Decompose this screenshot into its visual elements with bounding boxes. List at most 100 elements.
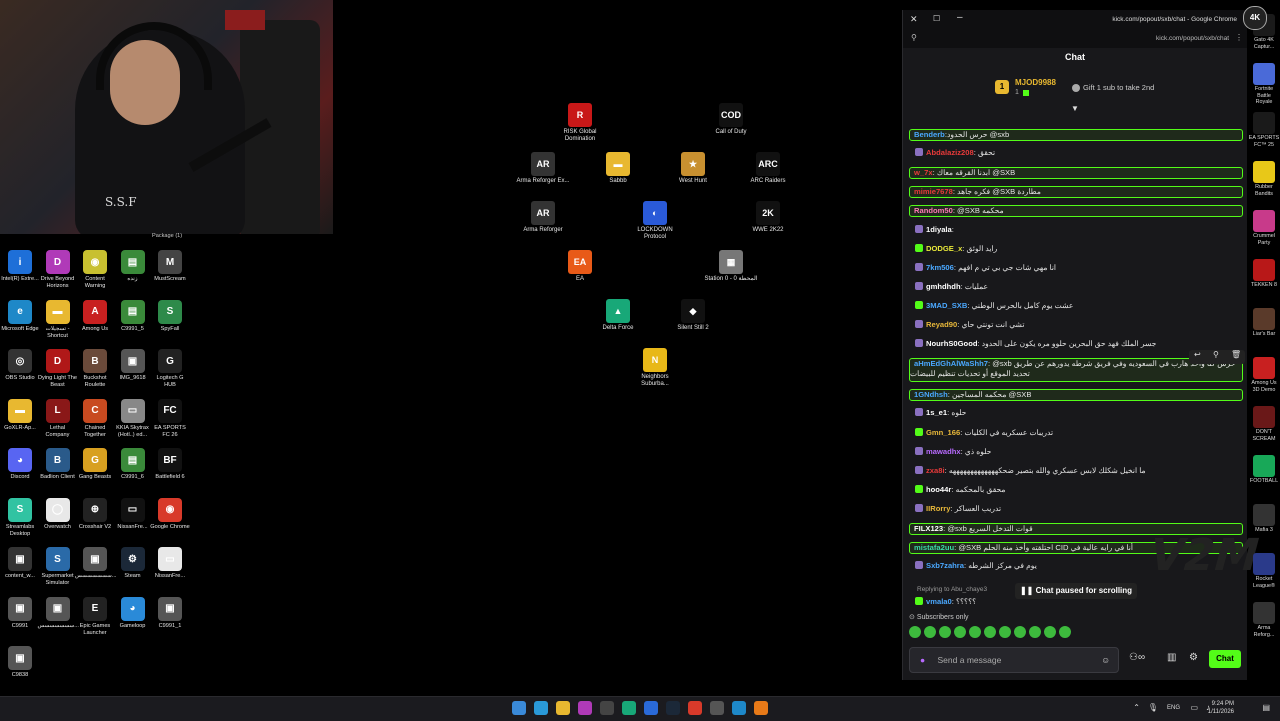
chat-username[interactable]: Benderb xyxy=(914,130,945,139)
chat-send-button[interactable]: Chat xyxy=(1209,650,1241,668)
desktop-icon[interactable]: ▣ content_w... xyxy=(0,547,40,580)
desktop-icon[interactable]: B Buckshot Roulette xyxy=(75,349,115,389)
desktop-icon[interactable]: ▣ C9991 xyxy=(0,596,40,630)
desktop-icon[interactable]: S Streamlabs Desktop xyxy=(0,497,40,538)
desktop-icon[interactable]: AR Arma Reforger Ex... xyxy=(516,152,570,185)
desktop-icon[interactable]: ▬ تسجيلات - Shortcut xyxy=(38,299,78,340)
desktop-icon[interactable]: A Among Us xyxy=(75,299,115,333)
restore-icon[interactable]: ☐ xyxy=(933,14,940,23)
chat-message[interactable]: Benderb:حرس الحدود @sxb xyxy=(909,129,1243,141)
desktop-icon[interactable]: D Drive Beyond Horizons xyxy=(38,250,78,290)
desktop-icon[interactable]: ◉ Content Warning xyxy=(75,250,115,290)
taskbar-app-icon[interactable] xyxy=(710,701,724,715)
chat-username[interactable]: NourhS0Good xyxy=(926,339,977,348)
desktop-icon[interactable]: ▭ KKIA Skytrax (Hotl..) ed... xyxy=(113,398,153,439)
chat-message[interactable]: mimie7678: فكره جاهد @SXB مطاردة xyxy=(909,186,1243,199)
desktop-icon[interactable]: ◯ Overwatch xyxy=(38,497,78,531)
menu-icon[interactable]: ⋮ xyxy=(1235,33,1243,42)
emote[interactable] xyxy=(1014,626,1026,638)
taskbar-app-icon[interactable] xyxy=(622,701,636,715)
desktop-icon[interactable]: FOOTBALL xyxy=(1248,455,1280,485)
desktop-icon[interactable]: ▭ NissanFre... xyxy=(113,497,153,531)
desktop-icon[interactable]: ▲ Delta Force xyxy=(591,299,645,332)
taskbar-app-icon[interactable] xyxy=(688,701,702,715)
emoji-icon[interactable]: ☺ xyxy=(1101,648,1110,672)
chat-username[interactable]: 1s_e1 xyxy=(926,408,947,417)
desktop-icon[interactable]: M MustScream xyxy=(150,250,190,283)
chat-message[interactable]: 3MAD_SXB: عشت يوم كامل بالحرس الوطني xyxy=(909,300,1241,311)
clock[interactable]: 9:24 PM 1/11/2026 xyxy=(1208,700,1234,716)
chat-message[interactable]: 7km506: انا مهي شات جي بي تي م افهم xyxy=(909,262,1241,273)
chat-message[interactable]: 1s_e1: حلوه xyxy=(909,408,1241,418)
desktop-icon[interactable]: B Badlion Client xyxy=(38,448,78,481)
desktop-icon[interactable]: ARC ARC Raiders xyxy=(741,152,795,185)
desktop-icon[interactable]: ◐ LOCKDOWN Protocol xyxy=(628,201,682,241)
chat-username[interactable]: 7km506 xyxy=(926,263,954,272)
taskbar-app-icon[interactable] xyxy=(644,701,658,715)
desktop-icon[interactable]: E Epic Games Launcher xyxy=(75,596,115,637)
chat-message[interactable]: Abdalaziz208: تحقق xyxy=(909,148,1241,158)
desktop-icon[interactable]: ◆ Silent Still 2 xyxy=(666,299,720,332)
desktop-icon[interactable]: G Logitech G HUB xyxy=(150,349,190,389)
desktop-icon[interactable]: R RISK Global Domination xyxy=(553,103,607,143)
chat-paused-banner[interactable]: ❚❚ Chat paused for scrolling xyxy=(1015,583,1137,599)
chat-message[interactable]: gmhdhdh: عمليات xyxy=(909,281,1241,292)
desktop-icon[interactable]: ⊕ Crosshair V2 xyxy=(75,497,115,531)
desktop-icon[interactable]: Mafia 3 xyxy=(1248,504,1280,534)
close-icon[interactable]: ✕ xyxy=(910,14,918,25)
emote[interactable] xyxy=(954,626,966,638)
desktop-icon[interactable]: 2K WWE 2K22 xyxy=(741,201,795,234)
chat-username[interactable]: hoo44r xyxy=(926,485,951,494)
emote[interactable] xyxy=(969,626,981,638)
chat-username[interactable]: IIRorry xyxy=(926,504,950,513)
desktop-icon[interactable]: ▤ زنده xyxy=(113,250,153,283)
desktop-icon[interactable]: D Dying Light The Beast xyxy=(38,349,78,389)
gift-text[interactable]: Gift 1 sub to take 2nd xyxy=(1083,83,1154,92)
chat-username[interactable]: gmhdhdh xyxy=(926,282,961,291)
desktop-icon[interactable]: Rocket League® xyxy=(1248,553,1280,589)
taskbar-app-icon[interactable] xyxy=(754,701,768,715)
desktop-icon[interactable]: i Intel(R) Extre... xyxy=(0,250,40,283)
taskbar-app-icon[interactable] xyxy=(512,701,526,715)
chat-username[interactable]: mawadhx xyxy=(926,447,961,456)
desktop-icon[interactable]: DON'T SCREAM xyxy=(1248,406,1280,442)
emote[interactable] xyxy=(984,626,996,638)
chat-username[interactable]: aHmEdGhAlWaShh7 xyxy=(914,359,988,368)
chat-message[interactable]: Random50: @SXB محكمه xyxy=(909,205,1243,218)
chat-message[interactable]: 1diyala: xyxy=(909,224,1241,235)
chat-username[interactable]: DODGE_x xyxy=(926,244,962,253)
chat-message[interactable]: Reyad90: تشي انت تونتي حاي xyxy=(909,320,1241,330)
tune-icon[interactable]: ⚲ xyxy=(911,33,917,42)
taskbar-app-icon[interactable] xyxy=(534,701,548,715)
chat-username[interactable]: mimie7678 xyxy=(914,187,953,196)
chat-message[interactable]: w_7x: ابدنا القرقه معاك @SXB xyxy=(909,167,1243,180)
desktop-icon[interactable]: EA EA xyxy=(553,250,607,283)
desktop-icon[interactable]: ▤ C9991_5 xyxy=(113,299,153,333)
chat-message[interactable]: zxa8i: ما انخيل شكلك لابس عسكري والله بت… xyxy=(909,465,1241,476)
desktop-icon[interactable]: Crummel Party xyxy=(1248,210,1280,246)
desktop-icon[interactable]: ▣ سسسسسسس... xyxy=(75,547,116,580)
desktop-icon[interactable]: G Gang Beasts xyxy=(75,448,115,481)
desktop-icon[interactable]: ▣ C9838 xyxy=(0,646,40,679)
chat-username[interactable]: mistafa2uu xyxy=(914,543,954,552)
desktop-icon[interactable]: Rubber Bandits xyxy=(1248,161,1280,197)
notification-icon[interactable]: ▤ xyxy=(1262,703,1270,712)
chat-username[interactable]: Sxb7zahra xyxy=(926,561,964,570)
chat-username[interactable]: Reyad90 xyxy=(926,320,957,329)
desktop-icon[interactable]: ▬ GoXLR-Ap... xyxy=(0,398,40,432)
desktop-icon[interactable]: ◎ OBS Studio xyxy=(0,349,40,382)
reply-icon[interactable]: ↩ xyxy=(1194,350,1201,359)
desktop-icon[interactable]: ▣ IMG_9618 xyxy=(113,349,153,382)
emote[interactable] xyxy=(939,626,951,638)
chat-message[interactable]: Gmn_166: تدريبات عسكريه في الكليات xyxy=(909,427,1241,438)
desktop-icon[interactable]: ▣ C9991_1 xyxy=(150,596,190,630)
chat-username[interactable]: Abdalaziz208 xyxy=(926,148,974,157)
desktop-icon[interactable]: S SpyFall xyxy=(150,299,190,333)
taskbar-app-icon[interactable] xyxy=(732,701,746,715)
chat-username[interactable]: 3MAD_SXB xyxy=(926,301,967,310)
emote[interactable] xyxy=(999,626,1011,638)
desktop-icon[interactable]: ▭ NissanFre... xyxy=(150,547,190,580)
chat-message[interactable]: IIRorry: تدريب العساكر xyxy=(909,503,1241,514)
desktop-icon[interactable]: N Neighbors Suburba... xyxy=(628,348,682,388)
desktop-icon[interactable]: COD Call of Duty xyxy=(704,103,758,136)
